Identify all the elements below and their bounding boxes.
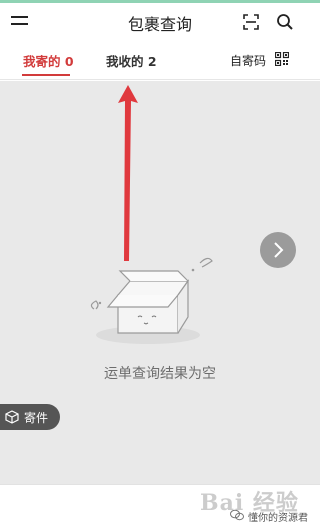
self-send-code-link[interactable]: 自寄码 bbox=[230, 52, 266, 69]
bottom-area: Bai 经验 懂你的资源君 bbox=[0, 484, 320, 526]
page-title: 包裹查询 bbox=[127, 15, 192, 34]
send-package-label: 寄件 bbox=[24, 411, 49, 425]
wechat-icon bbox=[230, 509, 244, 521]
tab-bar: 我寄的 0 我收的 2 自寄码 bbox=[0, 40, 320, 80]
search-icon[interactable] bbox=[276, 13, 294, 31]
chevron-right-icon bbox=[274, 242, 284, 258]
empty-state-message: 运单查询结果为空 bbox=[104, 366, 216, 382]
app-header: 包裹查询 bbox=[0, 3, 320, 39]
qr-code-icon[interactable] bbox=[275, 52, 289, 66]
empty-box-illustration bbox=[90, 257, 213, 344]
next-page-button[interactable] bbox=[260, 232, 296, 268]
tab-sent[interactable]: 我寄的 0 bbox=[23, 51, 74, 70]
send-package-button[interactable]: 寄件 bbox=[0, 404, 60, 430]
tab-active-indicator bbox=[22, 74, 70, 76]
menu-icon[interactable] bbox=[11, 15, 29, 27]
tab-received[interactable]: 我收的 2 bbox=[106, 51, 157, 70]
watermark-account: 懂你的资源君 bbox=[248, 513, 308, 524]
scan-icon[interactable] bbox=[243, 14, 259, 30]
cube-icon bbox=[5, 410, 19, 424]
